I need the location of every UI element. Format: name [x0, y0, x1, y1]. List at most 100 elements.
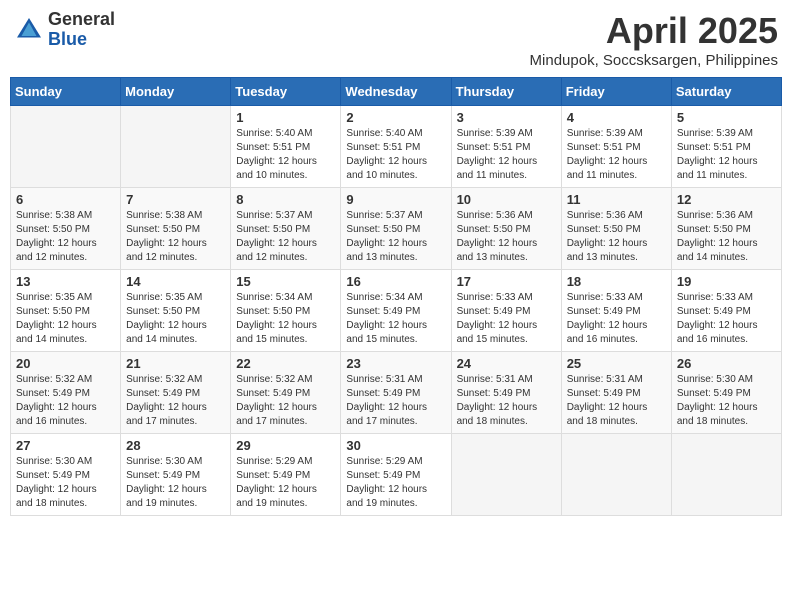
- day-number: 12: [677, 192, 776, 207]
- day-info: Sunrise: 5:31 AM Sunset: 5:49 PM Dayligh…: [457, 373, 556, 429]
- day-number: 25: [567, 356, 666, 371]
- day-info: Sunrise: 5:33 AM Sunset: 5:49 PM Dayligh…: [677, 291, 776, 347]
- day-info: Sunrise: 5:31 AM Sunset: 5:49 PM Dayligh…: [567, 373, 666, 429]
- header: General Blue April 2025 Mindupok, Soccsk…: [10, 10, 782, 69]
- day-info: Sunrise: 5:30 AM Sunset: 5:49 PM Dayligh…: [16, 455, 115, 511]
- calendar-cell: [11, 106, 121, 188]
- calendar-cell: 10Sunrise: 5:36 AM Sunset: 5:50 PM Dayli…: [451, 188, 561, 270]
- calendar-cell: [451, 434, 561, 516]
- day-number: 9: [346, 192, 445, 207]
- calendar-cell: 27Sunrise: 5:30 AM Sunset: 5:49 PM Dayli…: [11, 434, 121, 516]
- day-info: Sunrise: 5:35 AM Sunset: 5:50 PM Dayligh…: [126, 291, 225, 347]
- day-info: Sunrise: 5:29 AM Sunset: 5:49 PM Dayligh…: [236, 455, 335, 511]
- day-info: Sunrise: 5:38 AM Sunset: 5:50 PM Dayligh…: [16, 209, 115, 265]
- day-number: 1: [236, 110, 335, 125]
- logo-blue-text: Blue: [48, 30, 115, 50]
- calendar-cell: [561, 434, 671, 516]
- day-info: Sunrise: 5:33 AM Sunset: 5:49 PM Dayligh…: [567, 291, 666, 347]
- weekday-header-row: SundayMondayTuesdayWednesdayThursdayFrid…: [11, 78, 782, 106]
- day-number: 17: [457, 274, 556, 289]
- calendar-cell: 17 Sunrise: 5:33 AM Sunset: 5:49 PM Dayli…: [451, 270, 561, 352]
- day-number: 2: [346, 110, 445, 125]
- day-info: Sunrise: 5:37 AM Sunset: 5:50 PM Dayligh…: [346, 209, 445, 265]
- weekday-header-thursday: Thursday: [451, 78, 561, 106]
- day-number: 15: [236, 274, 335, 289]
- day-number: 22: [236, 356, 335, 371]
- day-info: Sunrise: 5:32 AM Sunset: 5:49 PM Dayligh…: [126, 373, 225, 429]
- day-info: Sunrise: 5:30 AM Sunset: 5:49 PM Dayligh…: [677, 373, 776, 429]
- day-info: Sunrise: 5:39 AM Sunset: 5:51 PM Dayligh…: [677, 127, 776, 183]
- day-number: 29: [236, 438, 335, 453]
- day-info: Sunrise: 5:32 AM Sunset: 5:49 PM Dayligh…: [236, 373, 335, 429]
- day-info: Sunrise: 5:33 AM Sunset: 5:49 PM Dayligh…: [457, 291, 556, 347]
- day-info: Sunrise: 5:34 AM Sunset: 5:49 PM Dayligh…: [346, 291, 445, 347]
- weekday-header-wednesday: Wednesday: [341, 78, 451, 106]
- calendar-cell: 25 Sunrise: 5:31 AM Sunset: 5:49 PM Dayli…: [561, 352, 671, 434]
- day-number: 6: [16, 192, 115, 207]
- logo-icon: [14, 15, 44, 45]
- day-number: 30: [346, 438, 445, 453]
- calendar-cell: 2Sunrise: 5:40 AM Sunset: 5:51 PM Daylig…: [341, 106, 451, 188]
- day-info: Sunrise: 5:39 AM Sunset: 5:51 PM Dayligh…: [457, 127, 556, 183]
- calendar-cell: 3 Sunrise: 5:39 AM Sunset: 5:51 PM Daylig…: [451, 106, 561, 188]
- calendar-cell: [671, 434, 781, 516]
- day-number: 7: [126, 192, 225, 207]
- calendar-cell: 19Sunrise: 5:33 AM Sunset: 5:49 PM Dayli…: [671, 270, 781, 352]
- day-info: Sunrise: 5:34 AM Sunset: 5:50 PM Dayligh…: [236, 291, 335, 347]
- calendar-cell: [121, 106, 231, 188]
- day-info: Sunrise: 5:38 AM Sunset: 5:50 PM Dayligh…: [126, 209, 225, 265]
- calendar-cell: 21Sunrise: 5:32 AM Sunset: 5:49 PM Dayli…: [121, 352, 231, 434]
- day-number: 16: [346, 274, 445, 289]
- day-number: 26: [677, 356, 776, 371]
- calendar-cell: 22 Sunrise: 5:32 AM Sunset: 5:49 PM Dayli…: [231, 352, 341, 434]
- day-number: 28: [126, 438, 225, 453]
- day-number: 23: [346, 356, 445, 371]
- weekday-header-saturday: Saturday: [671, 78, 781, 106]
- week-row-5: 27Sunrise: 5:30 AM Sunset: 5:49 PM Dayli…: [11, 434, 782, 516]
- day-number: 18: [567, 274, 666, 289]
- calendar-cell: 18 Sunrise: 5:33 AM Sunset: 5:49 PM Dayli…: [561, 270, 671, 352]
- calendar-cell: 7 Sunrise: 5:38 AM Sunset: 5:50 PM Daylig…: [121, 188, 231, 270]
- calendar-cell: 20 Sunrise: 5:32 AM Sunset: 5:49 PM Dayli…: [11, 352, 121, 434]
- day-info: Sunrise: 5:39 AM Sunset: 5:51 PM Dayligh…: [567, 127, 666, 183]
- day-number: 20: [16, 356, 115, 371]
- logo-text: General Blue: [48, 10, 115, 50]
- calendar-cell: 8 Sunrise: 5:37 AM Sunset: 5:50 PM Daylig…: [231, 188, 341, 270]
- week-row-4: 20 Sunrise: 5:32 AM Sunset: 5:49 PM Dayli…: [11, 352, 782, 434]
- day-number: 8: [236, 192, 335, 207]
- day-info: Sunrise: 5:36 AM Sunset: 5:50 PM Dayligh…: [677, 209, 776, 265]
- day-info: Sunrise: 5:37 AM Sunset: 5:50 PM Dayligh…: [236, 209, 335, 265]
- day-info: Sunrise: 5:35 AM Sunset: 5:50 PM Dayligh…: [16, 291, 115, 347]
- month-year: April 2025: [530, 10, 778, 52]
- logo: General Blue: [14, 10, 115, 50]
- calendar-cell: 6 Sunrise: 5:38 AM Sunset: 5:50 PM Daylig…: [11, 188, 121, 270]
- calendar-cell: 9 Sunrise: 5:37 AM Sunset: 5:50 PM Daylig…: [341, 188, 451, 270]
- weekday-header-sunday: Sunday: [11, 78, 121, 106]
- logo-general-text: General: [48, 10, 115, 30]
- calendar-cell: 30Sunrise: 5:29 AM Sunset: 5:49 PM Dayli…: [341, 434, 451, 516]
- day-number: 11: [567, 192, 666, 207]
- day-info: Sunrise: 5:32 AM Sunset: 5:49 PM Dayligh…: [16, 373, 115, 429]
- day-number: 10: [457, 192, 556, 207]
- calendar-cell: 23Sunrise: 5:31 AM Sunset: 5:49 PM Dayli…: [341, 352, 451, 434]
- day-number: 3: [457, 110, 556, 125]
- calendar: SundayMondayTuesdayWednesdayThursdayFrid…: [10, 77, 782, 516]
- weekday-header-tuesday: Tuesday: [231, 78, 341, 106]
- week-row-2: 6 Sunrise: 5:38 AM Sunset: 5:50 PM Daylig…: [11, 188, 782, 270]
- day-number: 5: [677, 110, 776, 125]
- calendar-cell: 11Sunrise: 5:36 AM Sunset: 5:50 PM Dayli…: [561, 188, 671, 270]
- calendar-cell: 5 Sunrise: 5:39 AM Sunset: 5:51 PM Daylig…: [671, 106, 781, 188]
- day-number: 4: [567, 110, 666, 125]
- calendar-cell: 15 Sunrise: 5:34 AM Sunset: 5:50 PM Dayli…: [231, 270, 341, 352]
- week-row-1: 1Sunrise: 5:40 AM Sunset: 5:51 PM Daylig…: [11, 106, 782, 188]
- week-row-3: 13 Sunrise: 5:35 AM Sunset: 5:50 PM Dayli…: [11, 270, 782, 352]
- calendar-cell: 13 Sunrise: 5:35 AM Sunset: 5:50 PM Dayli…: [11, 270, 121, 352]
- day-number: 13: [16, 274, 115, 289]
- location: Mindupok, Soccsksargen, Philippines: [530, 52, 778, 69]
- calendar-cell: 1Sunrise: 5:40 AM Sunset: 5:51 PM Daylig…: [231, 106, 341, 188]
- calendar-cell: 29 Sunrise: 5:29 AM Sunset: 5:49 PM Dayli…: [231, 434, 341, 516]
- calendar-cell: 28Sunrise: 5:30 AM Sunset: 5:49 PM Dayli…: [121, 434, 231, 516]
- calendar-cell: 16 Sunrise: 5:34 AM Sunset: 5:49 PM Dayli…: [341, 270, 451, 352]
- day-number: 14: [126, 274, 225, 289]
- calendar-cell: 12 Sunrise: 5:36 AM Sunset: 5:50 PM Dayli…: [671, 188, 781, 270]
